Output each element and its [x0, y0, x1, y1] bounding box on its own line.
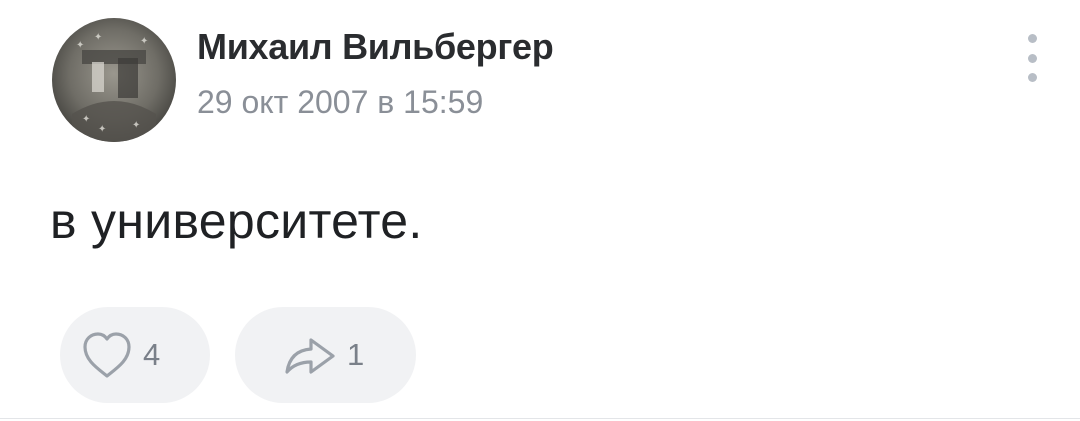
- share-arrow-icon: [281, 332, 339, 378]
- svg-text:✦: ✦: [94, 32, 102, 43]
- more-vertical-icon-dot: [1027, 73, 1037, 82]
- avatar-image: ✦ ✦ ✦ ✦ ✦ ✦: [52, 18, 176, 142]
- more-vertical-icon: [1027, 34, 1037, 43]
- post-card: ✦ ✦ ✦ ✦ ✦ ✦ Михаил Вильбергер 29 окт 200…: [0, 0, 1080, 421]
- like-count: 4: [143, 337, 161, 372]
- svg-text:✦: ✦: [98, 124, 106, 135]
- svg-text:✦: ✦: [76, 40, 84, 51]
- share-count: 1: [347, 337, 365, 372]
- svg-text:✦: ✦: [82, 114, 90, 125]
- heart-icon: [79, 330, 135, 380]
- author-name[interactable]: Михаил Вильбергер: [197, 26, 554, 68]
- post-date[interactable]: 29 окт 2007 в 15:59: [197, 84, 483, 121]
- post-text: в университете.: [50, 193, 423, 249]
- divider: [0, 418, 1080, 419]
- more-vertical-icon-dot: [1027, 53, 1037, 63]
- author-avatar[interactable]: ✦ ✦ ✦ ✦ ✦ ✦: [52, 18, 176, 142]
- more-options-button[interactable]: [1014, 28, 1050, 88]
- svg-text:✦: ✦: [140, 36, 148, 47]
- like-button[interactable]: 4: [60, 307, 210, 403]
- svg-text:✦: ✦: [132, 120, 140, 131]
- share-button[interactable]: 1: [235, 307, 416, 403]
